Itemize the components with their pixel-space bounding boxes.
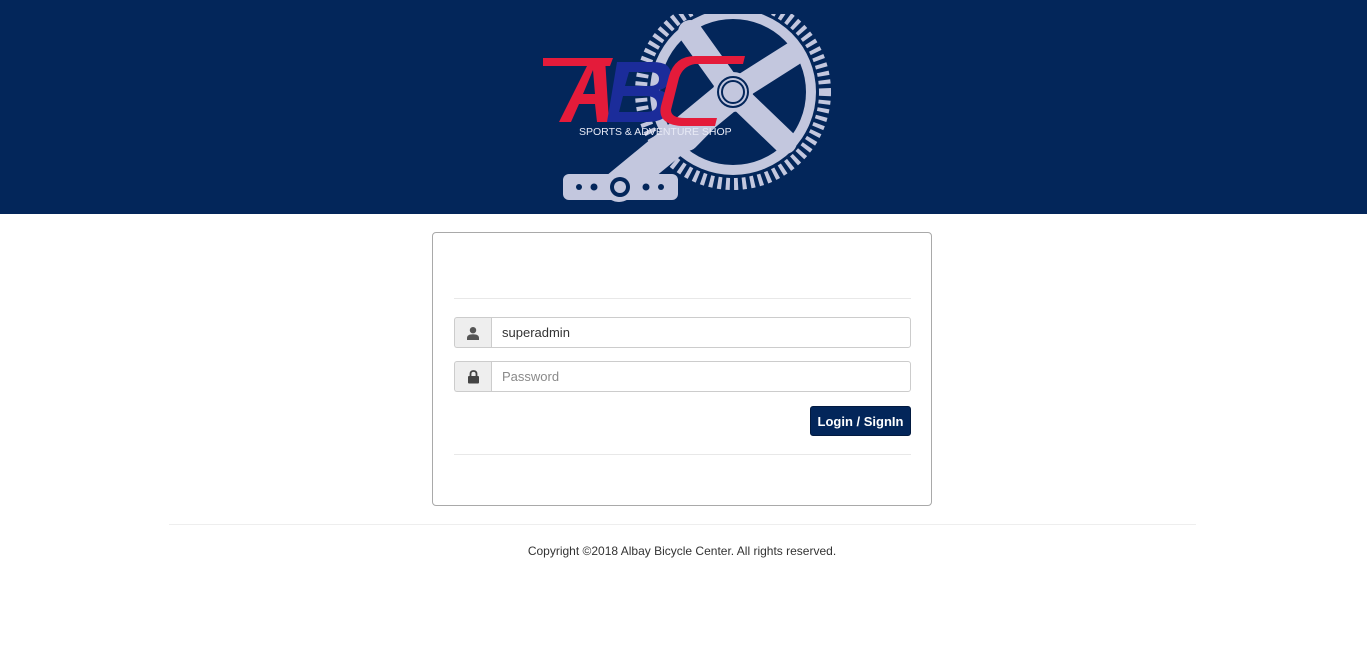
lock-icon [454, 361, 491, 392]
login-signin-button[interactable]: Login / SignIn [810, 406, 911, 436]
footer-divider [169, 524, 1196, 525]
password-input[interactable] [491, 361, 911, 392]
login-panel: Login / SignIn [432, 232, 932, 506]
panel-divider-top [454, 298, 911, 299]
username-input[interactable] [491, 317, 911, 348]
panel-divider-bottom [454, 454, 911, 455]
user-icon [454, 317, 491, 348]
password-input-group [454, 361, 911, 392]
abc-logo-tagline: SPORTS & ADVENTURE SHOP [579, 126, 732, 138]
header-banner: SPORTS & ADVENTURE SHOP [0, 0, 1367, 214]
copyright-text: Copyright ©2018 Albay Bicycle Center. Al… [527, 544, 837, 558]
abc-logo: SPORTS & ADVENTURE SHOP [543, 14, 831, 202]
username-input-group [454, 317, 911, 348]
